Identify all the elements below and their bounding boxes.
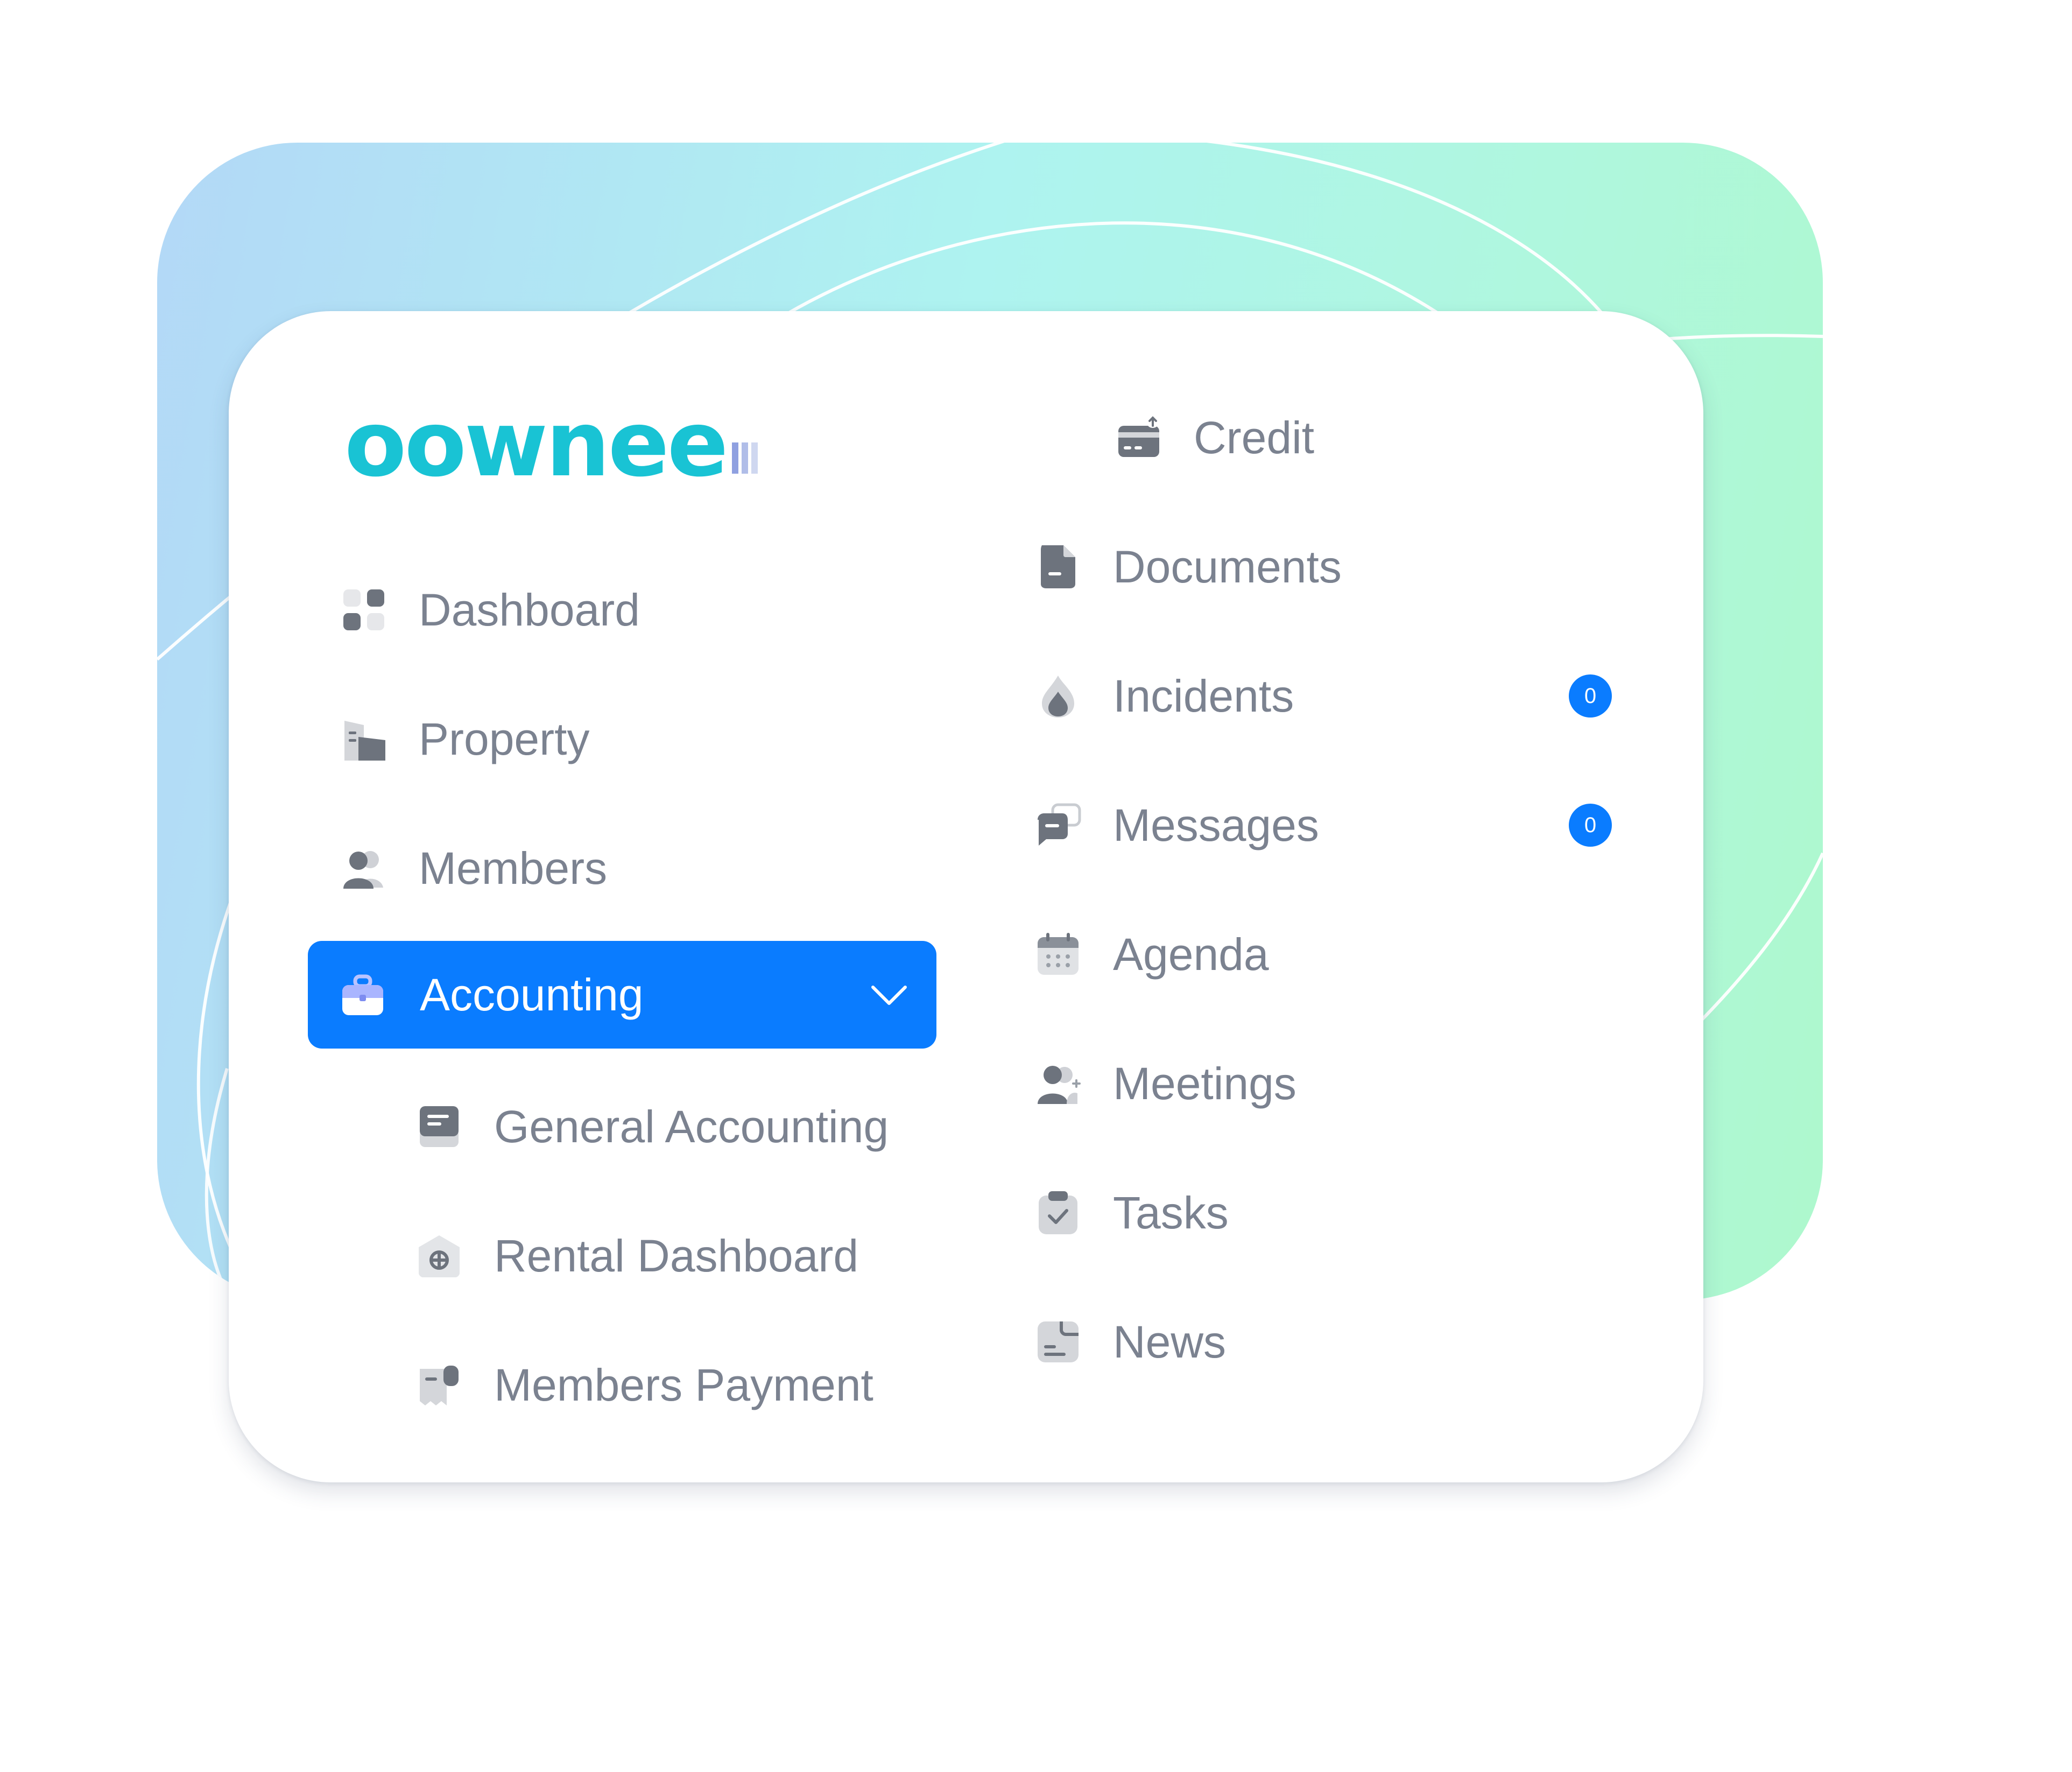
sidebar-item-label: Documents bbox=[1113, 541, 1342, 592]
fire-icon bbox=[1034, 672, 1082, 720]
sidebar-item-label: Dashboard bbox=[419, 584, 640, 635]
brand-logo: oownee bbox=[344, 398, 758, 490]
briefcase-icon bbox=[339, 971, 386, 1018]
sidebar-item-label: Property bbox=[419, 713, 590, 764]
building-icon bbox=[340, 715, 387, 763]
meeting-icon bbox=[1034, 1060, 1082, 1107]
members-icon bbox=[340, 845, 387, 892]
sidebar-item-label: Meetings bbox=[1113, 1058, 1296, 1109]
sidebar-item-messages[interactable]: Messages bbox=[1034, 771, 1319, 879]
logo-bars-icon bbox=[731, 442, 758, 474]
ledger-icon bbox=[415, 1103, 463, 1150]
chat-icon bbox=[1034, 801, 1082, 849]
sidebar-item-documents[interactable]: Documents bbox=[1034, 513, 1342, 621]
sidebar-item-label: Messages bbox=[1113, 799, 1319, 850]
dashboard-grid-icon bbox=[340, 586, 387, 634]
sidebar-item-label: Incidents bbox=[1113, 670, 1294, 721]
sidebar-item-label: Agenda bbox=[1113, 929, 1269, 980]
submenu-item-general-accounting[interactable]: General Accounting bbox=[415, 1073, 889, 1180]
news-icon bbox=[1034, 1318, 1082, 1366]
sidebar-item-label: Credit bbox=[1194, 412, 1315, 463]
credit-card-icon bbox=[1115, 414, 1162, 461]
submenu-item-members-payment[interactable]: Members Payment bbox=[415, 1331, 873, 1439]
sidebar-item-members[interactable]: Members bbox=[340, 814, 607, 922]
sidebar-item-incidents[interactable]: Incidents bbox=[1034, 642, 1294, 750]
rental-house-icon bbox=[415, 1232, 463, 1279]
sidebar-item-credit[interactable]: Credit bbox=[1115, 384, 1314, 491]
calendar-icon bbox=[1034, 931, 1082, 978]
submenu-item-label: Members Payment bbox=[494, 1359, 873, 1410]
submenu-item-label: Rental Dashboard bbox=[494, 1230, 859, 1281]
sidebar-item-meetings[interactable]: Meetings bbox=[1034, 1030, 1296, 1137]
sidebar-item-label: News bbox=[1113, 1316, 1227, 1367]
sidebar-item-accounting[interactable]: Accounting bbox=[308, 941, 936, 1049]
sidebar-item-label: Members bbox=[419, 842, 608, 894]
sidebar-item-label: Tasks bbox=[1113, 1187, 1229, 1238]
chevron-down-icon[interactable] bbox=[868, 973, 911, 1016]
sidebar-item-news[interactable]: News bbox=[1034, 1288, 1226, 1396]
submenu-item-label: General Accounting bbox=[494, 1101, 889, 1152]
sidebar-item-property[interactable]: Property bbox=[340, 685, 589, 793]
document-icon bbox=[1034, 543, 1082, 590]
clipboard-check-icon bbox=[1034, 1189, 1082, 1236]
receipt-icon bbox=[415, 1361, 463, 1409]
logo-text: oownee bbox=[344, 391, 729, 497]
incidents-count-badge: 0 bbox=[1569, 674, 1612, 718]
sidebar-item-label: Accounting bbox=[420, 969, 644, 1020]
sidebar-item-agenda[interactable]: Agenda bbox=[1034, 901, 1269, 1008]
messages-count-badge: 0 bbox=[1569, 804, 1612, 847]
sidebar-item-tasks[interactable]: Tasks bbox=[1034, 1159, 1229, 1267]
sidebar-item-dashboard[interactable]: Dashboard bbox=[340, 556, 640, 664]
submenu-item-rental-dashboard[interactable]: Rental Dashboard bbox=[415, 1202, 858, 1310]
